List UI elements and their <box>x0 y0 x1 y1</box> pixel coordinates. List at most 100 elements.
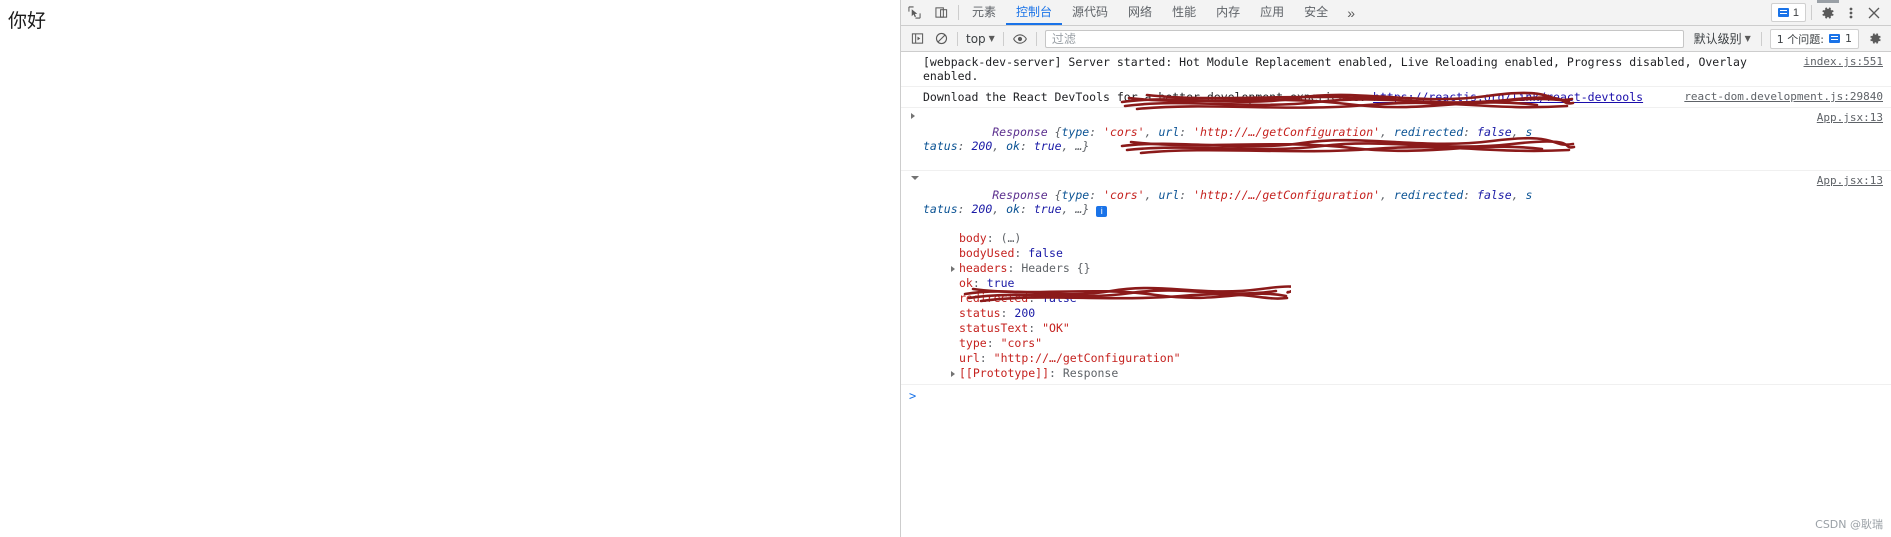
console-message-source-link-3[interactable]: App.jsx:13 <box>1817 111 1883 125</box>
console-settings-gear-icon[interactable] <box>1863 29 1887 49</box>
response-key-type-1: type <box>1061 125 1090 139</box>
response-expanded-preview: Response {type: 'cors', url: 'http://…/g… <box>923 188 1533 217</box>
tab-overflow-icon[interactable]: » <box>1338 0 1364 25</box>
console-prompt-row[interactable]: > <box>901 385 1891 403</box>
tab-security[interactable]: 安全 <box>1294 0 1338 25</box>
property-value-url: "http://…/getConfiguration" <box>993 351 1181 365</box>
execution-context-selector[interactable]: top ▼ <box>962 32 999 46</box>
console-message-source-link-2[interactable]: react-dom.development.js:29840 <box>1684 90 1883 104</box>
console-message-source-link-1[interactable]: index.js:551 <box>1804 55 1883 69</box>
console-message-response-collapsed[interactable]: App.jsx:13 Response {type: 'cors', url: … <box>901 108 1891 171</box>
tab-memory[interactable]: 内存 <box>1206 0 1250 25</box>
tab-network-label: 网络 <box>1128 5 1153 19</box>
property-value-prototype: Response <box>1062 366 1119 380</box>
property-key-url: url <box>959 351 980 365</box>
web-page-viewport: 你好 <box>0 0 900 537</box>
response-value-ok-2: true <box>1033 202 1062 216</box>
device-toolbar-icon[interactable] <box>928 0 955 25</box>
expand-arrow-headers[interactable] <box>951 266 955 272</box>
log-level-value: 默认级别 <box>1693 32 1742 46</box>
page-greeting-text: 你好 <box>8 10 47 32</box>
expand-arrow-prototype[interactable] <box>951 371 955 377</box>
response-value-redirected-2: false <box>1477 188 1512 202</box>
tab-elements[interactable]: 元素 <box>962 0 1006 25</box>
inspect-element-icon[interactable] <box>901 0 928 25</box>
tab-application[interactable]: 应用 <box>1250 0 1294 25</box>
devtools-tabbar: 元素 控制台 源代码 网络 性能 内存 应用 安全 » 1 <box>901 0 1891 26</box>
response-value-status-2: 200 <box>971 202 993 216</box>
property-key-type: type <box>959 336 987 350</box>
property-row-ok[interactable]: ok: true <box>923 276 1883 291</box>
property-key-body: body <box>959 231 987 245</box>
response-key-redirected-2: redirected <box>1393 188 1464 202</box>
response-value-url-2: 'http://…/getConfiguration' <box>1193 188 1381 202</box>
property-value-status: 200 <box>1014 306 1036 320</box>
property-value-ok: true <box>986 276 1015 290</box>
response-value-status-1: 200 <box>971 139 993 153</box>
console-message-source-link-4[interactable]: App.jsx:13 <box>1817 174 1883 188</box>
console-issues-count: 1 <box>1845 32 1852 45</box>
property-row-body[interactable]: body: (…) <box>923 231 1883 246</box>
collapse-arrow-expanded[interactable] <box>911 176 919 180</box>
more-options-icon[interactable] <box>1841 0 1861 25</box>
console-filter-input[interactable]: 过滤 <box>1044 29 1684 48</box>
console-message-list[interactable]: index.js:551 [webpack-dev-server] Server… <box>901 52 1891 537</box>
console-issues-label: 1 个问题: <box>1776 32 1824 46</box>
response-label-2: Response <box>992 188 1048 202</box>
console-sidebar-icon[interactable] <box>905 29 929 49</box>
response-key-type-2: type <box>1061 188 1090 202</box>
property-value-body: (…) <box>1000 231 1022 245</box>
live-expression-eye-icon[interactable] <box>1008 29 1032 49</box>
chevron-down-icon-level: ▼ <box>1744 34 1751 43</box>
console-message-webpack[interactable]: index.js:551 [webpack-dev-server] Server… <box>901 52 1891 87</box>
response-key-redirected-1: redirected <box>1393 125 1464 139</box>
property-value-redirected: false <box>1042 291 1077 305</box>
property-row-bodyUsed[interactable]: bodyUsed: false <box>923 246 1883 261</box>
response-key-url-2: url <box>1158 188 1180 202</box>
property-key-status: status <box>959 306 1001 320</box>
property-row-statusText[interactable]: statusText: "OK" <box>923 321 1883 336</box>
tab-network[interactable]: 网络 <box>1118 0 1162 25</box>
property-row-status[interactable]: status: 200 <box>923 306 1883 321</box>
devtools-tab-list: 元素 控制台 源代码 网络 性能 内存 应用 安全 <box>962 0 1338 25</box>
log-level-selector[interactable]: 默认级别 ▼ <box>1688 30 1757 47</box>
response-value-redirected-1: false <box>1477 125 1512 139</box>
console-message-response-expanded[interactable]: App.jsx:13 Response {type: 'cors', url: … <box>901 171 1891 385</box>
property-row-redirected[interactable]: redirected: false <box>923 291 1883 306</box>
property-key-redirected: redirected <box>959 291 1029 305</box>
react-devtools-text: Download the React DevTools for a better… <box>923 90 1374 104</box>
tab-sources[interactable]: 源代码 <box>1062 0 1118 25</box>
response-value-ok-1: true <box>1033 139 1062 153</box>
console-issues-button[interactable]: 1 个问题: 1 <box>1769 28 1859 49</box>
response-collapsed-preview: Response {type: 'cors', url: 'http://…/g… <box>923 125 1533 153</box>
property-row-url[interactable]: url: "http://…/getConfiguration" <box>923 351 1883 366</box>
tab-console[interactable]: 控制台 <box>1006 0 1063 25</box>
react-devtools-link[interactable]: https://reactjs.org/link/react-devtools <box>1373 90 1643 104</box>
tab-application-label: 应用 <box>1260 5 1285 19</box>
close-devtools-icon[interactable] <box>1861 0 1887 25</box>
tab-security-label: 安全 <box>1304 5 1329 19</box>
clear-console-icon[interactable] <box>929 29 953 49</box>
property-value-headers: Headers {} <box>1021 261 1091 275</box>
console-message-text-1: [webpack-dev-server] Server started: Hot… <box>923 55 1754 83</box>
expand-arrow-collapsed[interactable] <box>911 113 915 119</box>
watermark-text: CSDN @耿瑞 <box>1815 518 1883 531</box>
response-wrap-tatus-2: tatus <box>923 202 958 216</box>
response-wrap-tatus-1: tatus <box>923 139 958 153</box>
issues-message-icon <box>1829 34 1840 43</box>
issues-badge-button[interactable]: 1 <box>1770 3 1806 22</box>
property-row-type[interactable]: type: "cors" <box>923 336 1883 351</box>
console-toolbar-divider-1 <box>957 31 958 46</box>
response-key-ok-2: ok <box>1006 202 1020 216</box>
property-key-bodyUsed: bodyUsed <box>959 246 1015 260</box>
tab-elements-label: 元素 <box>972 5 997 19</box>
property-row-prototype[interactable]: [[Prototype]]: Response <box>923 366 1883 381</box>
console-toolbar: top ▼ 过滤 默认级别 ▼ 1 个问题: 1 <box>901 26 1891 52</box>
settings-gear-icon[interactable] <box>1815 0 1841 25</box>
property-row-headers[interactable]: headers: Headers {} <box>923 261 1883 276</box>
info-icon[interactable]: i <box>1096 206 1108 217</box>
property-key-headers: headers <box>959 261 1008 275</box>
console-message-react-devtools[interactable]: react-dom.development.js:29840 Download … <box>901 87 1891 108</box>
tab-performance[interactable]: 性能 <box>1162 0 1206 25</box>
screenshot-root: 你好 元素 控制台 源代码 网络 性能 内存 应用 安全 » 1 top ▼ 过… <box>0 0 1891 537</box>
